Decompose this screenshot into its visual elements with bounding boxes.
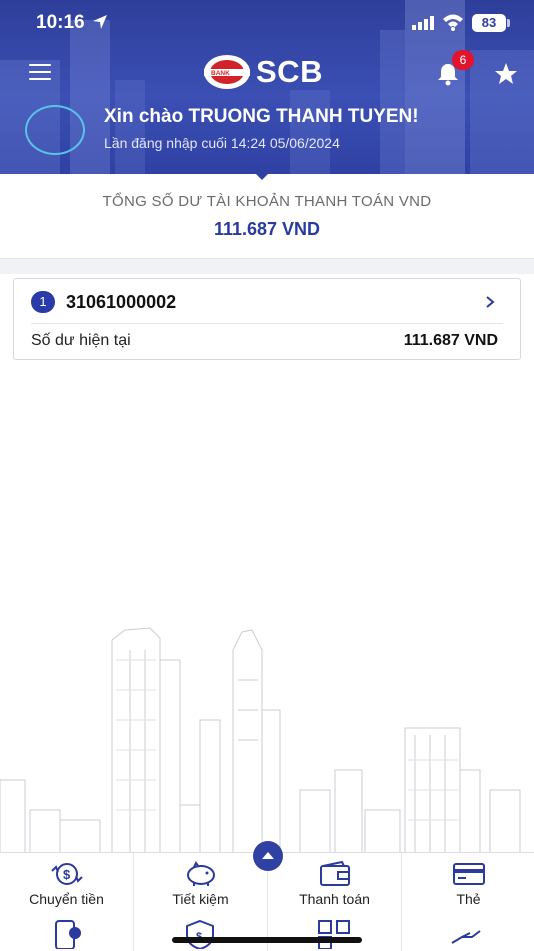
notification-badge: 6 — [452, 50, 474, 70]
account-card[interactable]: 1 31061000002 Số dư hiện tại 111.687 VND — [13, 278, 521, 360]
wallet-icon — [319, 861, 350, 886]
last-login-text: Lần đăng nhập cuối 14:24 05/06/2024 — [104, 135, 340, 151]
battery-indicator: 83 — [472, 14, 506, 32]
insurance-shield-icon[interactable]: $ — [183, 919, 217, 949]
wifi-icon — [443, 14, 463, 31]
logo-bank-text: BANK — [211, 70, 230, 77]
svg-text:$: $ — [63, 867, 71, 882]
current-balance-value: 111.687 VND — [403, 332, 498, 349]
phone-topup-icon[interactable] — [50, 919, 84, 949]
home-indicator[interactable] — [172, 937, 362, 943]
transfer-icon: $ — [50, 863, 83, 885]
avatar[interactable] — [25, 105, 85, 155]
nav-savings[interactable]: Tiết kiệm — [134, 853, 267, 913]
account-number: 31061000002 — [66, 292, 177, 312]
cellular-signal-icon — [412, 16, 434, 30]
qr-code-icon[interactable] — [317, 919, 351, 949]
header-pointer — [248, 166, 276, 180]
nav-label-card: Thẻ — [456, 891, 481, 907]
menu-icon[interactable] — [29, 64, 51, 82]
card-icon — [452, 863, 485, 885]
status-time: 10:16 — [36, 12, 85, 33]
chevron-up-icon — [262, 852, 274, 859]
nav-label-savings: Tiết kiệm — [172, 891, 229, 907]
greeting-text: Xin chào TRUONG THANH TUYEN! — [104, 106, 419, 127]
location-arrow-icon — [93, 15, 107, 29]
total-balance-label: TỔNG SỐ DƯ TÀI KHOẢN THANH TOÁN VND — [102, 193, 432, 210]
battery-tip — [507, 19, 510, 27]
nav-transfer[interactable]: $ Chuyển tiền — [0, 853, 133, 913]
expand-menu-button[interactable] — [253, 841, 283, 871]
header-banner: 10:16 83 BANK SCB 6 Xin chào TRUONG THAN… — [0, 0, 534, 174]
nav-label-payment: Thanh toán — [299, 891, 370, 907]
current-balance-label: Số dư hiện tại — [31, 332, 131, 349]
total-balance-value: 111.687 VND — [213, 219, 321, 239]
star-icon[interactable] — [494, 62, 518, 86]
chevron-right-icon[interactable] — [484, 295, 496, 309]
nav-label-transfer: Chuyển tiền — [29, 891, 104, 907]
nav-card[interactable]: Thẻ — [402, 853, 534, 913]
nav-payment[interactable]: Thanh toán — [268, 853, 401, 913]
logo-text: SCB — [256, 54, 323, 89]
scb-logo: BANK SCB — [202, 53, 334, 91]
scb-logo-mark-icon: BANK — [204, 55, 250, 89]
account-index-badge: 1 — [31, 291, 55, 313]
loan-hand-icon[interactable] — [450, 919, 484, 949]
piggy-bank-icon — [186, 861, 215, 886]
section-divider — [0, 258, 534, 274]
card-divider — [31, 323, 503, 324]
city-skyline-illustration — [0, 627, 521, 852]
status-bar: 10:16 83 — [0, 0, 534, 48]
